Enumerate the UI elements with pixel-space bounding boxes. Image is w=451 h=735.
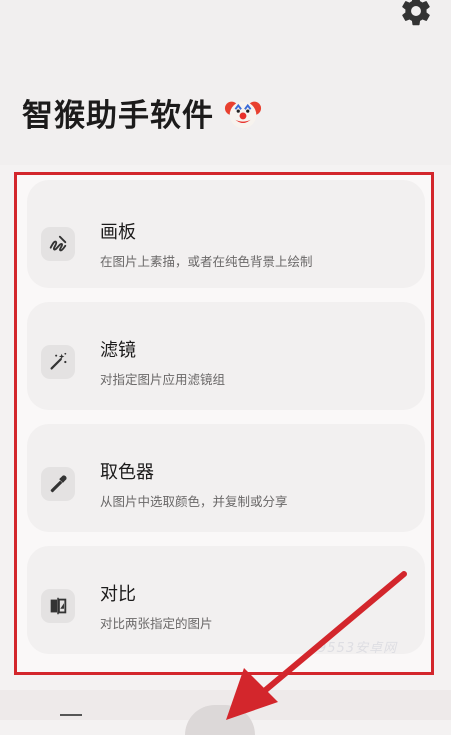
tool-title: 取色器 [100, 462, 154, 483]
tool-description: 从图片中选取颜色，并复制或分享 [100, 494, 288, 509]
page-title: 智猴助手软件 [22, 90, 262, 135]
tool-description: 在图片上素描，或者在纯色背景上绘制 [100, 254, 313, 269]
tool-description: 对比两张指定的图片 [100, 616, 213, 631]
eyedropper-icon [41, 467, 75, 501]
page-title-text: 智猴助手软件 [22, 98, 214, 134]
draw-icon [41, 227, 75, 261]
tool-title: 滤镜 [100, 340, 136, 361]
app-header [0, 0, 451, 165]
menu-icon[interactable] [60, 714, 82, 716]
tool-list: 画板 在图片上素描，或者在纯色背景上绘制 滤镜 对指定图片应用滤镜组 取色器 从… [14, 172, 434, 675]
gear-icon[interactable] [399, 0, 433, 28]
watermark: 9553安卓网 [318, 641, 398, 656]
tool-card-drawing[interactable]: 画板 在图片上素描，或者在纯色背景上绘制 [27, 180, 425, 288]
tool-title: 对比 [100, 584, 136, 605]
clown-emoji-icon [224, 95, 262, 133]
tool-card-color-picker[interactable]: 取色器 从图片中选取颜色，并复制或分享 [27, 424, 425, 532]
tool-title: 画板 [100, 222, 136, 243]
tool-card-filter[interactable]: 滤镜 对指定图片应用滤镜组 [27, 302, 425, 410]
tool-description: 对指定图片应用滤镜组 [100, 372, 226, 387]
compare-icon [41, 589, 75, 623]
magic-wand-icon [41, 345, 75, 379]
